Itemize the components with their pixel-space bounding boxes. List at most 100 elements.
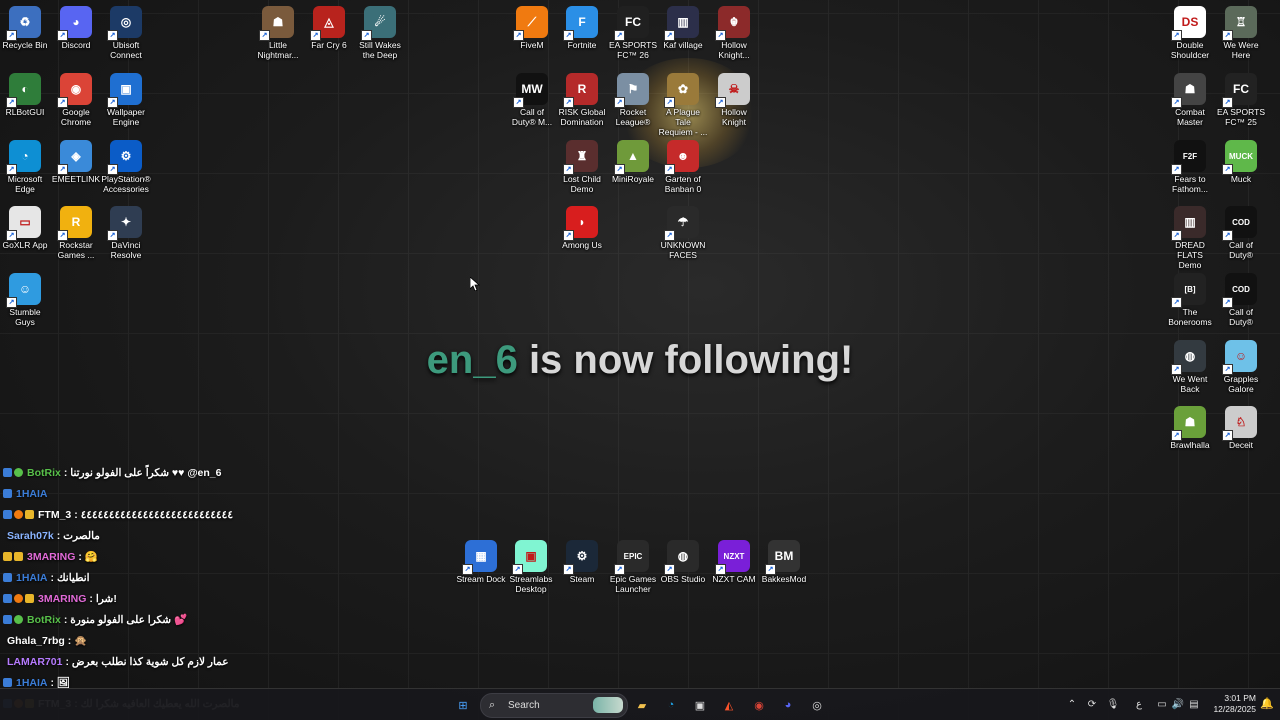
desktop-shortcut[interactable]: FC ↗ EA SPORTS FC™ 26 xyxy=(608,6,658,60)
icon-glyph: F xyxy=(578,15,586,29)
shortcut-arrow-icon: ↗ xyxy=(259,30,270,41)
desktop-shortcut[interactable]: ◈ ↗ EMEETLINK xyxy=(51,140,101,184)
desktop-shortcut[interactable]: ☠ ↗ Hollow Knight xyxy=(709,73,759,127)
desktop-shortcut[interactable]: ◐ ↗ RLBotGUI xyxy=(0,73,50,117)
desktop-shortcut[interactable]: F ↗ Fortnite xyxy=(557,6,607,50)
desktop-shortcut[interactable]: FC ↗ EA SPORTS FC™ 25 xyxy=(1216,73,1266,127)
desktop-shortcut[interactable]: ◎ ↗ Ubisoft Connect xyxy=(101,6,151,60)
desktop-shortcut[interactable]: ▭ ↗ GoXLR App xyxy=(0,206,50,250)
desktop-shortcut[interactable]: ☻ ↗ Garten of Banban 0 xyxy=(658,140,708,194)
fortnite-icon: F ↗ xyxy=(563,6,598,41)
shortcut-label: Still Wakes the Deep xyxy=(359,40,401,60)
file-explorer-icon[interactable]: ▰ xyxy=(631,694,653,716)
desktop-shortcut[interactable]: EPIC ↗ Epic Games Launcher xyxy=(608,540,658,594)
risk-icon: R ↗ xyxy=(563,73,598,108)
lost-child-icon: ♜ ↗ xyxy=(563,140,598,175)
desktop-shortcut[interactable]: DS ↗ Double Shouldcer xyxy=(1165,6,1215,60)
discord-taskbar-icon[interactable]: ◕ xyxy=(777,694,799,716)
sync-icon[interactable]: ⟳ xyxy=(1082,699,1102,710)
epic-games-icon: EPIC ↗ xyxy=(614,540,649,575)
desktop-shortcut[interactable]: MUCK ↗ Muck xyxy=(1216,140,1266,184)
shortcut-arrow-icon: ↗ xyxy=(6,297,17,308)
desktop-shortcut[interactable]: F2F ↗ Fears to Fathom... xyxy=(1165,140,1215,194)
desktop-shortcut[interactable]: ▣ ↗ Streamlabs Desktop xyxy=(506,540,556,594)
fears-to-fathom-icon: F2F ↗ xyxy=(1171,140,1206,175)
desktop-shortcut[interactable]: ♜ ↗ Lost Child Demo xyxy=(557,140,607,194)
shortcut-label: Streamlabs Desktop xyxy=(509,574,553,594)
shortcut-label: Among Us xyxy=(562,240,602,250)
chrome-taskbar-icon[interactable]: ◉ xyxy=(748,694,770,716)
shortcut-arrow-icon: ↗ xyxy=(513,30,524,41)
input-language[interactable]: ع xyxy=(1124,699,1154,710)
store-icon[interactable]: ▣ xyxy=(689,694,711,716)
obs-icon: ◍ ↗ xyxy=(664,540,699,575)
chevron-up-icon[interactable]: ⌃ xyxy=(1062,699,1082,710)
badge-icon xyxy=(3,510,12,519)
desktop-shortcut[interactable]: ◕ ↗ Discord xyxy=(51,6,101,50)
display-icon[interactable]: ▭ xyxy=(1154,699,1170,710)
network-icon[interactable]: ▤ xyxy=(1186,699,1202,710)
shortcut-arrow-icon: ↗ xyxy=(563,164,574,175)
desktop-shortcut[interactable]: ⚙ ↗ PlayStation® Accessories xyxy=(101,140,151,194)
notification-bell-icon[interactable]: 🔔 xyxy=(1260,697,1274,710)
chat-message: 3MARING: شرا! xyxy=(0,588,260,609)
desktop-shortcut[interactable]: ◬ ↗ Far Cry 6 xyxy=(304,6,354,50)
desktop-shortcut[interactable]: ✿ ↗ A Plague Tale Requiem - ... xyxy=(658,73,708,137)
desktop-shortcut[interactable]: ☗ ↗ Brawlhalla xyxy=(1165,406,1215,450)
shortcut-arrow-icon: ↗ xyxy=(1171,164,1182,175)
chat-username: BotRix xyxy=(27,466,61,479)
desktop-shortcut[interactable]: ✦ ↗ DaVinci Resolve xyxy=(101,206,151,260)
chat-username: Ghala_7rbg xyxy=(7,634,65,647)
shortcut-arrow-icon: ↗ xyxy=(614,564,625,575)
desktop-shortcut[interactable]: [B] ↗ The Bonerooms xyxy=(1165,273,1215,327)
desktop-shortcut[interactable]: ⟋ ↗ FiveM xyxy=(507,6,557,50)
desktop-shortcut[interactable]: COD ↗ Call of Duty® xyxy=(1216,206,1266,260)
icon-glyph: ♻ xyxy=(19,15,31,29)
icon-glyph: ☺ xyxy=(18,282,32,296)
desktop-shortcut[interactable]: ▥ ↗ DREAD FLATS Demo xyxy=(1165,206,1215,270)
desktop-shortcut[interactable]: ☬ ↗ Hollow Knight... xyxy=(709,6,759,60)
desktop-shortcut[interactable]: ☄ ↗ Still Wakes the Deep xyxy=(355,6,405,60)
desktop-shortcut[interactable]: ◉ ↗ Google Chrome xyxy=(51,73,101,127)
desktop-shortcut[interactable]: ♖ ↗ We Were Here xyxy=(1216,6,1266,60)
desktop-shortcut[interactable]: BM ↗ BakkesMod xyxy=(759,540,809,584)
desktop-shortcut[interactable]: ◗ ↗ Among Us xyxy=(557,206,607,250)
desktop-shortcut[interactable]: ◔ ↗ Microsoft Edge xyxy=(0,140,50,194)
desktop-shortcut[interactable]: ▥ ↗ Kaf village xyxy=(658,6,708,50)
taskbar-clock[interactable]: 3:01 PM 12/28/2025 xyxy=(1213,693,1256,715)
shortcut-label: Lost Child Demo xyxy=(563,174,601,194)
desktop-shortcut[interactable]: COD ↗ Call of Duty® xyxy=(1216,273,1266,327)
desktop-shortcut[interactable]: ▣ ↗ Wallpaper Engine xyxy=(101,73,151,127)
shortcut-label: EA SPORTS FC™ 26 xyxy=(608,40,658,60)
microphone-icon[interactable]: 🎙 xyxy=(1102,699,1124,710)
desktop-shortcut[interactable]: NZXT ↗ NZXT CAM xyxy=(709,540,759,584)
taskbar-search[interactable]: ⌕ Search xyxy=(480,693,628,718)
desktop-shortcut[interactable]: ⚙ ↗ Steam xyxy=(557,540,607,584)
start-button[interactable]: ⊞ xyxy=(452,694,474,716)
desktop-shortcut[interactable]: ◍ ↗ OBS Studio xyxy=(658,540,708,584)
brave-icon[interactable]: ◭ xyxy=(718,694,740,716)
desktop-shortcut[interactable]: ☗ ↗ Combat Master xyxy=(1165,73,1215,127)
icon-glyph: ▦ xyxy=(475,549,487,563)
volume-icon[interactable]: 🔊 xyxy=(1170,699,1186,710)
badge-icon xyxy=(14,468,23,477)
chat-text: : انطيانك xyxy=(50,571,90,584)
desktop-shortcut[interactable]: R ↗ Rockstar Games ... xyxy=(51,206,101,260)
desktop-shortcut[interactable]: ⚑ ↗ Rocket League® xyxy=(608,73,658,127)
icon-glyph: MUCK xyxy=(1229,151,1253,161)
desktop-shortcut[interactable]: ▦ ↗ Stream Dock xyxy=(456,540,506,584)
steam-taskbar-icon[interactable]: ◎ xyxy=(806,694,828,716)
desktop-shortcut[interactable]: ☂ ↗ UNKNOWN FACES xyxy=(658,206,708,260)
desktop-shortcut[interactable]: ♘ ↗ Deceit xyxy=(1216,406,1266,450)
desktop-shortcut[interactable]: ♻ ↗ Recycle Bin xyxy=(0,6,50,50)
shortcut-label: FiveM xyxy=(520,40,544,50)
search-highlight-badge[interactable] xyxy=(593,697,623,713)
icon-glyph: ♖ xyxy=(1235,15,1247,29)
desktop-shortcut[interactable]: MW ↗ Call of Duty® M... xyxy=(507,73,557,127)
desktop-shortcut[interactable]: ☺ ↗ Stumble Guys xyxy=(0,273,50,327)
shortcut-label: Rocket League® xyxy=(615,107,651,127)
desktop-shortcut[interactable]: R ↗ RISK Global Domination xyxy=(557,73,607,127)
desktop-shortcut[interactable]: ☗ ↗ Little Nightmar... xyxy=(253,6,303,60)
edge-taskbar-icon[interactable]: ◔ xyxy=(660,694,682,716)
desktop-shortcut[interactable]: ▲ ↗ MiniRoyale xyxy=(608,140,658,184)
